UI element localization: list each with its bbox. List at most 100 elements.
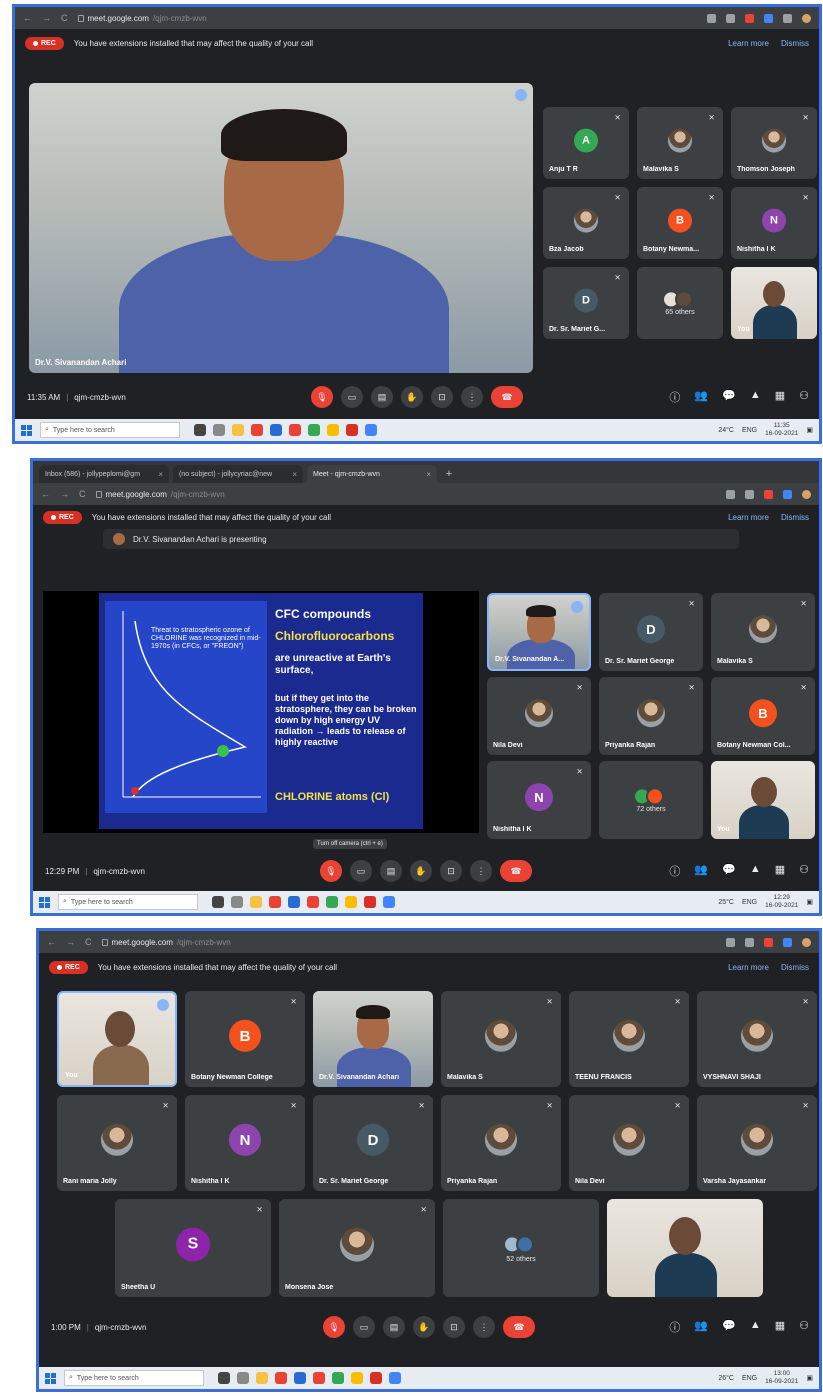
- end-call-button[interactable]: ☎: [500, 860, 532, 882]
- activities-icon[interactable]: ▲: [750, 389, 761, 405]
- self-view-tile[interactable]: You: [711, 761, 815, 839]
- present-button[interactable]: ⊡: [431, 386, 453, 408]
- chrome-icon[interactable]: [351, 1372, 363, 1384]
- chrome-icon[interactable]: [308, 424, 320, 436]
- info-icon[interactable]: ⓘ: [669, 1319, 680, 1335]
- present-button[interactable]: ⊡: [440, 860, 462, 882]
- participant-tile[interactable]: Dr.V. Sivanandan A...: [487, 593, 591, 671]
- star-icon[interactable]: [745, 937, 754, 947]
- participant-tile[interactable]: B ⨯ Botany Newma...: [637, 187, 723, 259]
- chrome-icon[interactable]: [289, 424, 301, 436]
- star-icon[interactable]: [745, 489, 754, 499]
- extension-icon[interactable]: [783, 489, 792, 499]
- participant-tile[interactable]: ⨯ Priyanka Rajan: [441, 1095, 561, 1191]
- participant-tile[interactable]: Dr.V. Sivanandan Achari: [313, 991, 433, 1087]
- file-explorer-icon[interactable]: [256, 1372, 268, 1384]
- participant-tile[interactable]: A ⨯ Anju T R: [543, 107, 629, 179]
- extension-icon[interactable]: [783, 937, 792, 947]
- weather-text[interactable]: 24°C: [718, 427, 734, 434]
- close-icon[interactable]: ×: [292, 470, 297, 479]
- chrome-icon[interactable]: [326, 896, 338, 908]
- app-icon[interactable]: [251, 424, 263, 436]
- grid-icon[interactable]: ▦: [775, 389, 785, 405]
- learn-more-link[interactable]: Learn more: [728, 513, 769, 522]
- mic-toggle-button[interactable]: 🎙: [320, 860, 342, 882]
- notification-icon[interactable]: ▣: [806, 898, 813, 906]
- chrome-icon[interactable]: [313, 1372, 325, 1384]
- self-view-tile[interactable]: You: [731, 267, 817, 339]
- learn-more-link[interactable]: Learn more: [728, 39, 769, 48]
- participant-tile[interactable]: ⨯ Malavika S: [441, 991, 561, 1087]
- clock[interactable]: 12:29 16-09-2021: [765, 894, 798, 910]
- self-view-tile[interactable]: [607, 1199, 763, 1297]
- close-icon[interactable]: ×: [158, 470, 163, 479]
- participant-tile[interactable]: N ⨯ Nishitha I K: [487, 761, 591, 839]
- raise-hand-button[interactable]: ✋: [413, 1316, 435, 1338]
- activities-icon[interactable]: ▲: [750, 863, 761, 879]
- more-options-button[interactable]: ⋮: [461, 386, 483, 408]
- mic-toggle-button[interactable]: 🎙: [311, 386, 333, 408]
- app-icon[interactable]: [270, 424, 282, 436]
- extension-icon[interactable]: [764, 489, 773, 499]
- clock[interactable]: 11:35 16-09-2021: [765, 422, 798, 438]
- windows-start-icon[interactable]: [45, 1372, 56, 1384]
- reload-icon[interactable]: C: [79, 489, 86, 499]
- others-tile[interactable]: 65 others: [637, 267, 723, 339]
- participant-tile[interactable]: ⨯ TEENU FRANCIS: [569, 991, 689, 1087]
- info-icon[interactable]: ⓘ: [669, 863, 680, 879]
- people-icon[interactable]: 👥: [694, 389, 708, 405]
- reload-icon[interactable]: C: [85, 937, 92, 947]
- back-icon[interactable]: ←: [47, 937, 56, 947]
- participant-tile[interactable]: D ⨯ Dr. Sr. Mariet George: [599, 593, 703, 671]
- reload-icon[interactable]: C: [61, 13, 68, 23]
- file-explorer-icon[interactable]: [250, 896, 262, 908]
- host-controls-icon[interactable]: ⚇: [799, 389, 809, 405]
- camera-icon[interactable]: [707, 13, 716, 23]
- camera-icon[interactable]: [726, 937, 735, 947]
- weather-text[interactable]: 25°C: [718, 899, 734, 906]
- chrome-icon[interactable]: [327, 424, 339, 436]
- windows-start-icon[interactable]: [21, 424, 32, 436]
- back-icon[interactable]: ←: [41, 489, 50, 499]
- close-icon[interactable]: ×: [426, 470, 431, 479]
- profile-icon[interactable]: [802, 489, 811, 499]
- notification-icon[interactable]: ▣: [806, 1374, 813, 1382]
- chrome-icon[interactable]: [389, 1372, 401, 1384]
- participant-tile[interactable]: B ⨯ Botany Newman Col...: [711, 677, 815, 755]
- info-icon[interactable]: ⓘ: [669, 389, 680, 405]
- shared-screen[interactable]: Threat to stratospheric ozone of CHLORIN…: [43, 591, 479, 833]
- forward-icon[interactable]: →: [60, 489, 69, 499]
- extension-icon[interactable]: [764, 13, 773, 23]
- lang-text[interactable]: ENG: [742, 427, 757, 434]
- cortana-icon[interactable]: [218, 1372, 230, 1384]
- chat-icon[interactable]: 💬: [722, 389, 736, 405]
- weather-text[interactable]: 26°C: [718, 1375, 734, 1382]
- chrome-icon[interactable]: [383, 896, 395, 908]
- app-icon[interactable]: [288, 896, 300, 908]
- chrome-icon[interactable]: [365, 424, 377, 436]
- participant-tile[interactable]: S ⨯ Sheetha U: [115, 1199, 271, 1297]
- camera-icon[interactable]: [726, 489, 735, 499]
- cortana-icon[interactable]: [194, 424, 206, 436]
- captions-button[interactable]: ▤: [380, 860, 402, 882]
- chat-icon[interactable]: 💬: [722, 863, 736, 879]
- extension-icon[interactable]: [764, 937, 773, 947]
- star-icon[interactable]: [726, 13, 735, 23]
- address-bar[interactable]: ← → C meet.google.com /qjm-cmzb-wvn: [33, 483, 819, 505]
- puzzle-icon[interactable]: [783, 13, 792, 23]
- clock[interactable]: 13:00 16-09-2021: [765, 1370, 798, 1386]
- people-icon[interactable]: 👥: [694, 863, 708, 879]
- address-bar[interactable]: ← → C meet.google.com /qjm-cmzb-wvn: [15, 7, 819, 29]
- dismiss-link[interactable]: Dismiss: [781, 513, 809, 522]
- browser-tab[interactable]: Inbox (586) - jollypeplomi@gm ×: [39, 465, 169, 483]
- dismiss-link[interactable]: Dismiss: [781, 39, 809, 48]
- participant-tile[interactable]: ⨯ Nila Devi: [487, 677, 591, 755]
- browser-tab[interactable]: (no subject) - jollycyriac@new ×: [173, 465, 303, 483]
- chrome-icon[interactable]: [332, 1372, 344, 1384]
- camera-toggle-button[interactable]: ▭: [350, 860, 372, 882]
- file-explorer-icon[interactable]: [232, 424, 244, 436]
- task-view-icon[interactable]: [237, 1372, 249, 1384]
- host-controls-icon[interactable]: ⚇: [799, 863, 809, 879]
- participant-tile[interactable]: ⨯ Malavika S: [637, 107, 723, 179]
- participant-tile[interactable]: ⨯ Priyanka Rajan: [599, 677, 703, 755]
